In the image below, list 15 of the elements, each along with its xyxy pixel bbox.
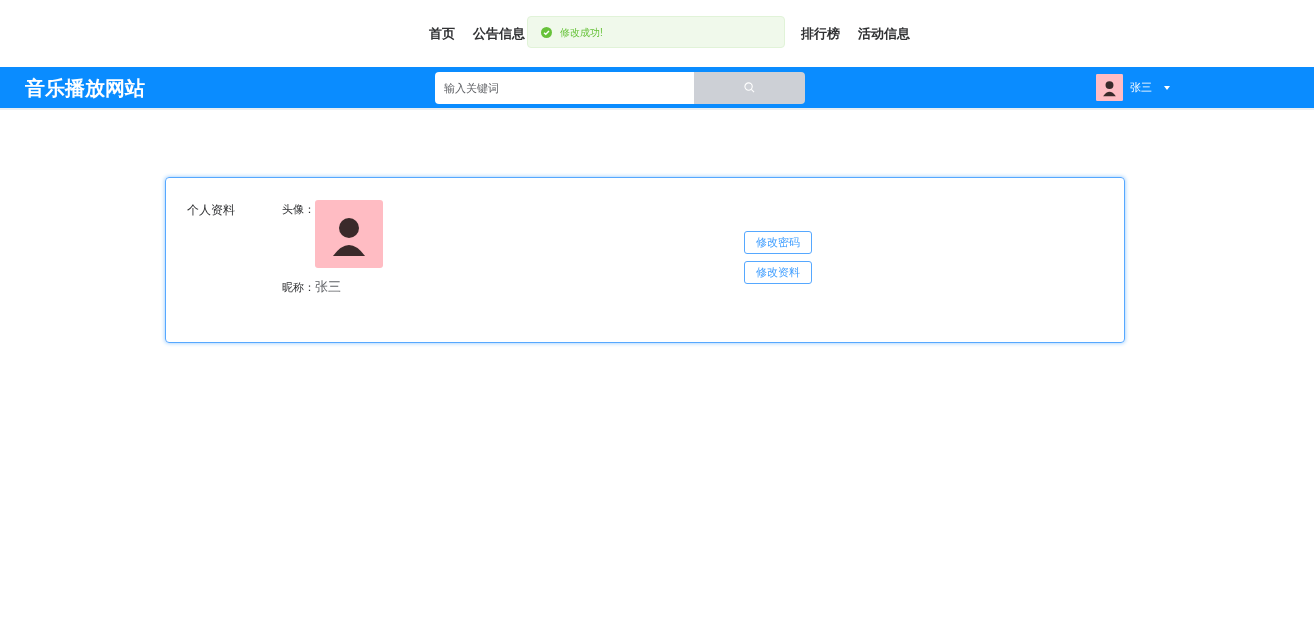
caret-icon[interactable] (1164, 85, 1170, 90)
site-title: 音乐播放网站 (25, 75, 146, 101)
section-title: 个人资料 (187, 202, 236, 219)
nav-link[interactable]: 排行榜 (801, 23, 840, 44)
nav-link[interactable]: 活动信息 (858, 23, 910, 44)
nickname-label: 昵称： (282, 279, 315, 295)
search-icon (744, 82, 755, 93)
nickname-value: 张三 (315, 278, 341, 296)
success-icon (541, 26, 552, 38)
avatar-label: 头像： (282, 202, 315, 217)
nav-link[interactable]: 公告信息 (473, 23, 525, 44)
search-field[interactable]: 输入关键词 (435, 71, 694, 104)
nav-link[interactable]: 首页 (429, 23, 455, 44)
search-button[interactable] (694, 71, 805, 104)
toast-text: 修改成功! (560, 25, 603, 40)
